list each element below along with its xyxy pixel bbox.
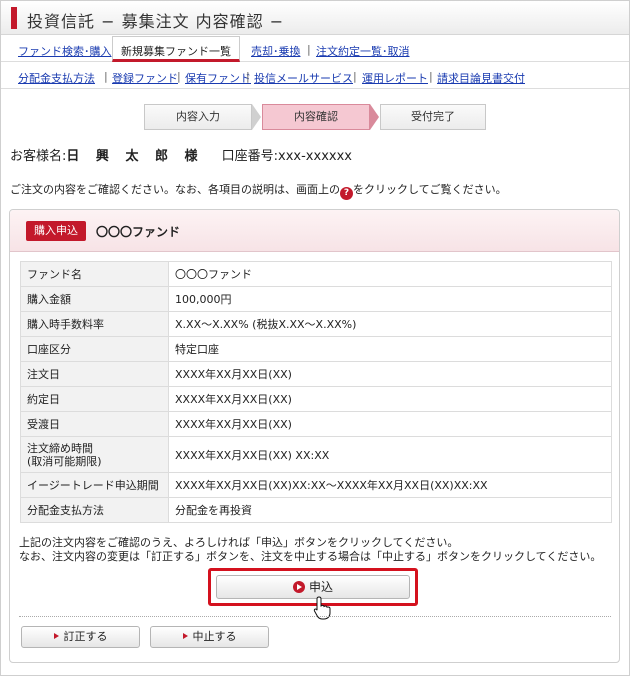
page-header: 投資信託 − 募集注文 内容確認 − <box>1 1 629 35</box>
confirm-note: 上記の注文内容をご確認のうえ、よろしければ「申込」ボタンをクリックしてください。… <box>19 536 601 564</box>
table-row: 購入時手数料率 X.XX〜X.XX% (税抜X.XX〜X.XX%) <box>20 311 612 337</box>
row-value: XXXX年XX月XX日(XX) XX:XX <box>168 436 612 473</box>
step-input: 内容入力 <box>144 104 252 130</box>
row-key: イージートレード申込期間 <box>20 472 169 498</box>
secondary-nav: 分配金支払方法 | 登録ファンド | 保有ファンド | 投信メールサービス | … <box>1 63 629 89</box>
table-row: ファンド名 〇〇〇ファンド <box>20 261 612 287</box>
table-row: 購入金額 100,000円 <box>20 286 612 312</box>
nav-separator: | <box>307 43 311 56</box>
correct-button[interactable]: 訂正する <box>21 626 140 648</box>
nav-order-list[interactable]: 注文約定一覧･取消 <box>316 43 410 59</box>
correct-button-label: 訂正する <box>63 630 108 643</box>
row-key: 受渡日 <box>20 411 169 437</box>
step-complete: 受付完了 <box>380 104 486 130</box>
nav-separator: | <box>429 70 433 83</box>
row-key: 購入時手数料率 <box>20 311 169 337</box>
step-arrow <box>252 104 261 130</box>
customer-name: 日 興 太 郎 様 <box>66 149 204 164</box>
step-arrow <box>370 104 379 130</box>
page-title: 投資信託 − 募集注文 内容確認 − <box>27 12 285 31</box>
row-key: 注文日 <box>20 361 169 387</box>
customer-info: お客様名:日 興 太 郎 様 口座番号:xxx-xxxxxx <box>10 145 352 164</box>
instruction-part2: をクリックしてご覧ください。 <box>353 183 507 196</box>
nav-prospectus[interactable]: 請求目論見書交付 <box>437 70 525 86</box>
nav-registered-funds[interactable]: 登録ファンド <box>112 70 178 86</box>
row-value: 100,000円 <box>168 286 612 312</box>
row-value: X.XX〜X.XX% (税抜X.XX〜X.XX%) <box>168 311 612 337</box>
row-value: 分配金を再投資 <box>168 497 612 523</box>
primary-nav: ファンド検索･購入 新規募集ファンド一覧 売却･乗換 | 注文約定一覧･取消 <box>1 36 629 62</box>
row-value: XXXX年XX月XX日(XX) <box>168 386 612 412</box>
confirm-note-line1: 上記の注文内容をご確認のうえ、よろしければ「申込」ボタンをクリックしてください。 <box>19 536 459 549</box>
table-row: 注文締め時間 (取消可能期限) XXXX年XX月XX日(XX) XX:XX <box>20 436 612 473</box>
divider <box>19 616 611 617</box>
nav-separator: | <box>177 70 181 83</box>
header-accent-bar <box>11 7 17 29</box>
triangle-right-icon <box>182 633 188 639</box>
nav-separator: | <box>246 70 250 83</box>
row-key: 購入金額 <box>20 286 169 312</box>
order-panel: 購入申込 〇〇〇ファンド ファンド名 〇〇〇ファンド 購入金額 100,000円 購… <box>9 209 620 663</box>
nav-mail-service[interactable]: 投信メールサービス <box>254 70 353 86</box>
row-value: XXXX年XX月XX日(XX) <box>168 411 612 437</box>
row-value: XXXX年XX月XX日(XX)XX:XX〜XXXX年XX月XX日(XX)XX:X… <box>168 472 612 498</box>
account-number-label: 口座番号: <box>221 149 279 164</box>
triangle-right-icon <box>53 633 59 639</box>
nav-separator: | <box>353 70 357 83</box>
play-icon <box>292 581 305 593</box>
nav-fund-search[interactable]: ファンド検索･購入 <box>18 43 112 59</box>
nav-new-fund-list[interactable]: 新規募集ファンド一覧 <box>112 36 240 62</box>
customer-name-label: お客様名: <box>10 149 67 164</box>
row-key: 注文締め時間 (取消可能期限) <box>20 436 169 473</box>
row-value: 〇〇〇ファンド <box>168 261 612 287</box>
step-confirm: 内容確認 <box>262 104 370 130</box>
table-row: 約定日 XXXX年XX月XX日(XX) <box>20 386 612 412</box>
nav-reports[interactable]: 運用レポート <box>362 70 428 86</box>
order-panel-header: 購入申込 〇〇〇ファンド <box>10 210 619 252</box>
table-row: イージートレード申込期間 XXXX年XX月XX日(XX)XX:XX〜XXXX年XX… <box>20 472 612 498</box>
nav-held-funds[interactable]: 保有ファンド <box>185 70 251 86</box>
submit-button-label: 申込 <box>308 580 333 594</box>
cancel-button[interactable]: 中止する <box>150 626 269 648</box>
row-key: ファンド名 <box>20 261 169 287</box>
table-row: 注文日 XXXX年XX月XX日(XX) <box>20 361 612 387</box>
confirm-note-line2: なお、注文内容の変更は「訂正する」ボタンを、注文を中止する場合は「中止する」ボタ… <box>19 550 602 563</box>
order-detail-table: ファンド名 〇〇〇ファンド 購入金額 100,000円 購入時手数料率 X.XX〜X.… <box>20 261 612 523</box>
nav-distribution-method[interactable]: 分配金支払方法 <box>18 70 95 86</box>
row-value: XXXX年XX月XX日(XX) <box>168 361 612 387</box>
table-row: 受渡日 XXXX年XX月XX日(XX) <box>20 411 612 437</box>
table-row: 分配金支払方法 分配金を再投資 <box>20 497 612 523</box>
instruction-text: ご注文の内容をご確認ください。なお、各項目の説明は、画面上の? をクリックしてご覧… <box>10 181 507 200</box>
row-value: 特定口座 <box>168 336 612 362</box>
row-key: 口座区分 <box>20 336 169 362</box>
table-row: 口座区分 特定口座 <box>20 336 612 362</box>
row-key: 約定日 <box>20 386 169 412</box>
order-fund-name: 〇〇〇ファンド <box>96 225 181 239</box>
nav-sell-switch[interactable]: 売却･乗換 <box>251 43 301 59</box>
row-key: 分配金支払方法 <box>20 497 169 523</box>
account-number: xxx-xxxxxx <box>278 149 352 164</box>
nav-separator: | <box>104 70 108 83</box>
help-icon: ? <box>340 187 353 200</box>
cancel-button-label: 中止する <box>192 630 237 643</box>
instruction-part1: ご注文の内容をご確認ください。なお、各項目の説明は、画面上の <box>10 183 340 196</box>
order-type-badge: 購入申込 <box>26 221 86 241</box>
